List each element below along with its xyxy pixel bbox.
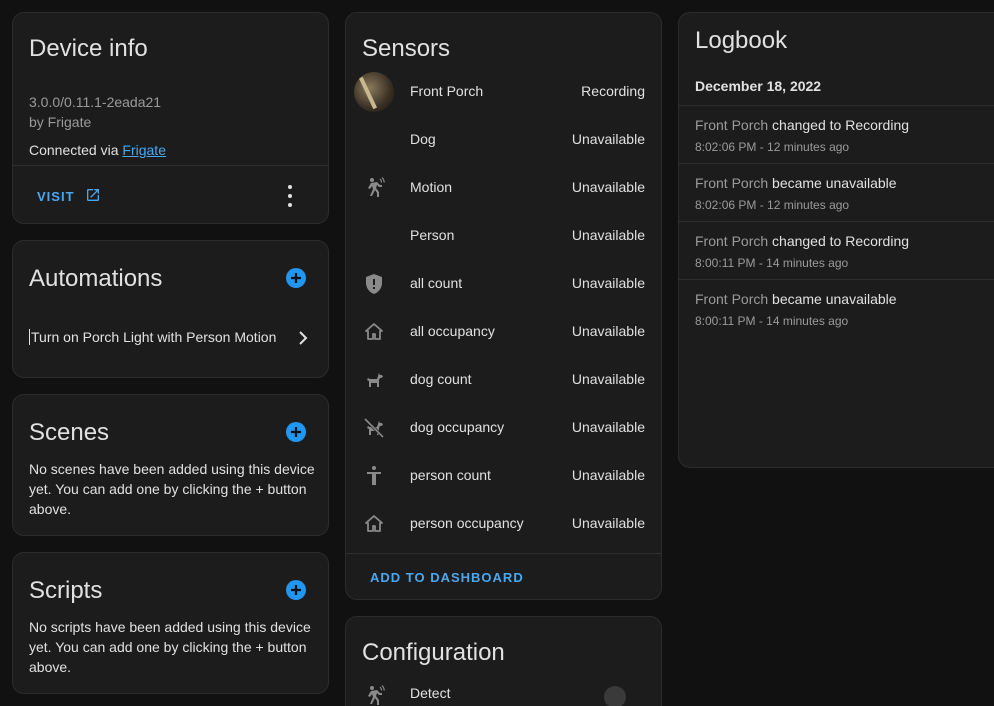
configuration-card: Configuration Detect [345, 616, 662, 706]
sensor-state: Unavailable [571, 179, 645, 195]
add-to-dashboard-button[interactable]: ADD TO DASHBOARD [370, 570, 524, 585]
scripts-title: Scripts [29, 577, 103, 604]
log-time: 8:02:06 PM - 12 minutes ago [695, 140, 850, 154]
divider [13, 165, 328, 166]
sensor-row-person[interactable]: Person Unavailable [346, 212, 661, 260]
sensor-name: person count [410, 467, 491, 483]
sensor-state: Unavailable [571, 515, 645, 531]
sensor-name: all count [410, 275, 463, 291]
automations-title: Automations [29, 265, 163, 292]
sensor-state: Unavailable [571, 323, 645, 339]
detect-toggle[interactable] [604, 686, 626, 706]
firmware-version: 3.0.0/0.11.1-2eada21 [29, 94, 162, 110]
open-in-new-icon [85, 187, 101, 206]
logbook-entry: Front Porch became unavailable 8:00:11 P… [679, 279, 994, 337]
log-message: Front Porch changed to Recording [695, 233, 909, 249]
log-action: became unavailable [768, 175, 897, 191]
device-info-title: Device info [29, 35, 148, 62]
sensor-row-person-occupancy[interactable]: person occupancy Unavailable [346, 500, 661, 548]
log-entity-link[interactable]: Front Porch [695, 175, 768, 191]
shield-alert-icon [362, 272, 386, 296]
more-options-icon[interactable] [280, 185, 300, 207]
sensor-state: Unavailable [571, 419, 645, 435]
automations-card: Automations Turn on Porch Light with Per… [12, 240, 329, 378]
scripts-card: Scripts No scripts have been added using… [12, 552, 329, 694]
sensor-name: dog occupancy [410, 419, 505, 435]
dog-icon [362, 368, 386, 392]
sensor-row-dog-occupancy[interactable]: dog occupancy Unavailable [346, 404, 661, 452]
home-outline-icon [362, 512, 386, 536]
log-message: Front Porch became unavailable [695, 175, 897, 191]
log-message: Front Porch became unavailable [695, 291, 897, 307]
visit-button[interactable]: VISIT [37, 187, 101, 206]
log-action: changed to Recording [768, 117, 910, 133]
sensor-name: person occupancy [410, 515, 524, 531]
scenes-title: Scenes [29, 419, 110, 446]
sensor-name: all occupancy [410, 323, 495, 339]
log-time: 8:00:11 PM - 14 minutes ago [695, 256, 849, 270]
frigate-link[interactable]: Frigate [122, 142, 166, 158]
chevron-right-icon[interactable] [296, 329, 310, 352]
device-info-card: Device info 3.0.0/0.11.1-2eada21 by Frig… [12, 12, 329, 224]
dog-off-icon [362, 416, 386, 440]
automation-item[interactable]: Turn on Porch Light with Person Motion [29, 329, 276, 345]
sensor-row-all-occupancy[interactable]: all occupancy Unavailable [346, 308, 661, 356]
home-outline-icon [362, 320, 386, 344]
sensor-name: dog count [410, 371, 472, 387]
logbook-entry: Front Porch changed to Recording 8:00:11… [679, 221, 994, 279]
plus-icon [291, 273, 301, 283]
log-time: 8:02:06 PM - 12 minutes ago [695, 198, 850, 212]
sensor-state: Unavailable [571, 131, 645, 147]
sensor-row-person-count[interactable]: person count Unavailable [346, 452, 661, 500]
sensor-state: Recording [581, 83, 645, 99]
visit-label: VISIT [37, 189, 75, 204]
sensor-row-dog[interactable]: Dog Unavailable [346, 116, 661, 164]
log-action: became unavailable [768, 291, 897, 307]
sensors-card: Sensors Front Porch Recording Dog Unavai… [345, 12, 662, 600]
sensor-name: Motion [410, 179, 453, 195]
add-scene-button[interactable] [286, 422, 306, 442]
configuration-title: Configuration [362, 639, 505, 666]
log-time: 8:00:11 PM - 14 minutes ago [695, 314, 849, 328]
log-entity-link[interactable]: Front Porch [695, 117, 768, 133]
scenes-card: Scenes No scenes have been added using t… [12, 394, 329, 536]
motion-sensor-icon [362, 176, 386, 200]
human-icon [362, 464, 386, 488]
sensor-row-all-count[interactable]: all count Unavailable [346, 260, 661, 308]
config-name: Detect [410, 685, 451, 701]
motion-sensor-icon [362, 684, 386, 706]
logbook-card: Logbook December 18, 2022 Front Porch ch… [678, 12, 994, 468]
divider [346, 553, 661, 554]
sensor-row-front-porch[interactable]: Front Porch Recording [346, 68, 661, 116]
connected-via-label: Connected via [29, 142, 123, 158]
sensor-state: Unavailable [571, 467, 645, 483]
sensor-row-motion[interactable]: Motion Unavailable [346, 164, 661, 212]
sensor-state: Unavailable [571, 227, 645, 243]
log-entity-link[interactable]: Front Porch [695, 291, 768, 307]
plus-icon [291, 427, 301, 437]
sensor-name: Dog [410, 131, 436, 147]
logbook-date: December 18, 2022 [695, 78, 822, 94]
add-script-button[interactable] [286, 580, 306, 600]
sensor-name: Front Porch [410, 83, 484, 99]
sensor-name: Person [410, 227, 455, 243]
add-automation-button[interactable] [286, 268, 306, 288]
connected-via: Connected via Frigate [29, 142, 166, 158]
sensor-row-dog-count[interactable]: dog count Unavailable [346, 356, 661, 404]
manufacturer: by Frigate [29, 114, 92, 130]
sensor-state: Unavailable [571, 275, 645, 291]
logbook-entry: Front Porch changed to Recording 8:02:06… [679, 105, 994, 163]
sensors-title: Sensors [362, 35, 451, 62]
log-entity-link[interactable]: Front Porch [695, 233, 768, 249]
scenes-empty-message: No scenes have been added using this dev… [29, 461, 315, 517]
camera-thumbnail [354, 72, 394, 112]
scripts-empty-message: No scripts have been added using this de… [29, 619, 311, 675]
logbook-entry: Front Porch became unavailable 8:02:06 P… [679, 163, 994, 221]
log-action: changed to Recording [768, 233, 910, 249]
log-message: Front Porch changed to Recording [695, 117, 909, 133]
plus-icon [291, 585, 301, 595]
logbook-title: Logbook [695, 27, 788, 54]
sensor-state: Unavailable [571, 371, 645, 387]
